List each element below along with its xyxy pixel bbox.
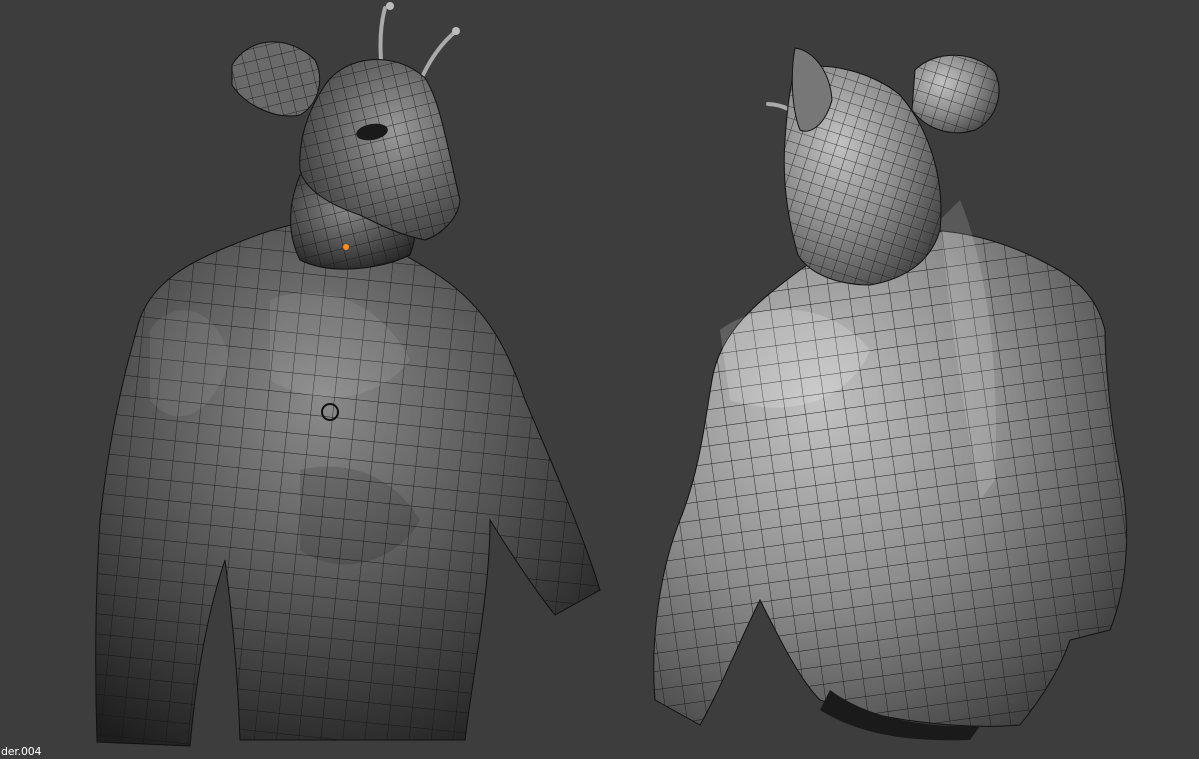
- active-object-name: der.004: [1, 745, 42, 758]
- back-body-wireframe: [653, 230, 1127, 727]
- back-view-mesh[interactable]: [653, 47, 1128, 741]
- back-ear-wireframe: [912, 55, 999, 133]
- front-view-mesh[interactable]: [95, 2, 601, 747]
- antenna-tip: [452, 27, 460, 35]
- mesh-scene[interactable]: [0, 0, 1199, 759]
- antenna-tip: [386, 2, 394, 10]
- selected-vertex[interactable]: [343, 244, 349, 250]
- 3d-viewport[interactable]: der.004: [0, 0, 1199, 759]
- front-ear-wireframe: [232, 41, 320, 116]
